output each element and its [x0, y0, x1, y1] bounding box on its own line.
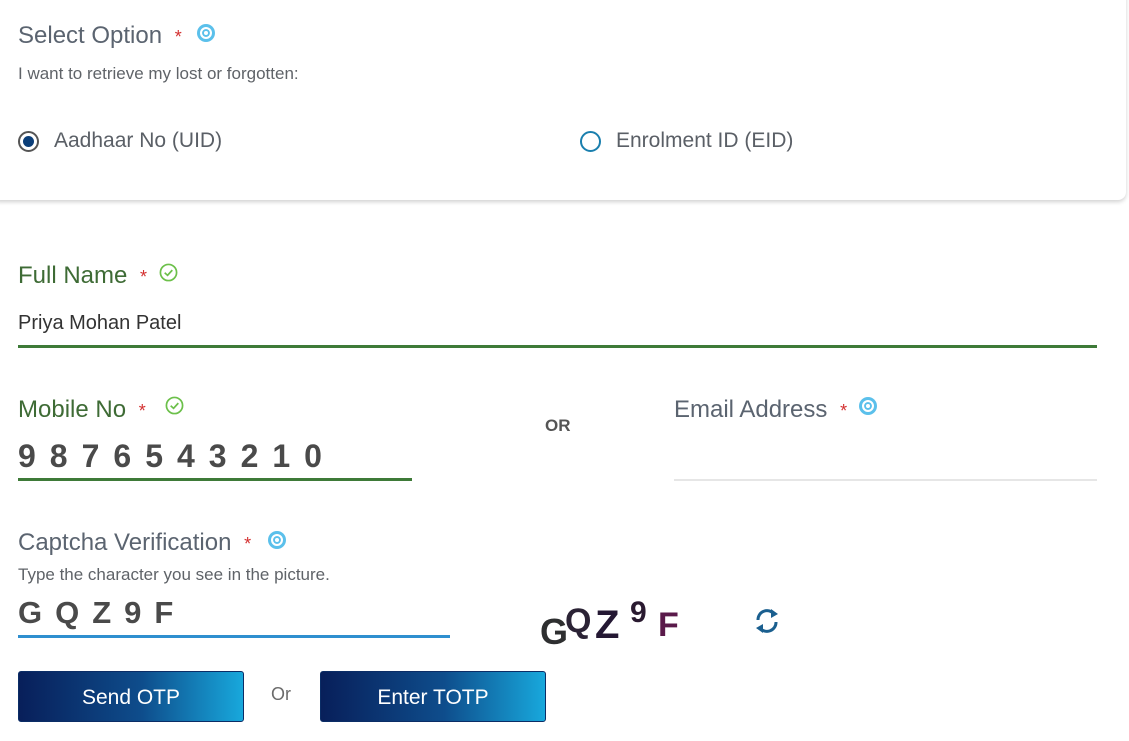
required-mark: * — [140, 267, 148, 287]
captcha-char-4: 9 — [630, 596, 647, 629]
mobile-underline — [18, 478, 412, 481]
radio-aadhaar-uid-label[interactable]: Aadhaar No (UID) — [54, 129, 222, 153]
mobile-label-text: Mobile No — [18, 396, 127, 423]
captcha-label-text: Captcha Verification — [18, 529, 232, 556]
info-icon[interactable] — [859, 397, 877, 415]
mobile-label: Mobile No * — [18, 396, 146, 424]
mobile-input[interactable]: 9876543210 — [18, 438, 336, 475]
required-mark: * — [174, 27, 182, 47]
select-option-title: Select Option * — [18, 22, 182, 50]
email-label: Email Address * — [674, 396, 847, 424]
retrieve-uid-form: Select Option * I want to retrieve my lo… — [0, 0, 1129, 741]
enter-totp-button[interactable]: Enter TOTP — [320, 671, 546, 722]
required-mark: * — [138, 401, 146, 421]
captcha-image: G Q Z 9 F — [540, 596, 679, 652]
select-option-title-text: Select Option — [18, 22, 163, 49]
captcha-input[interactable]: GQZ9F — [18, 595, 186, 631]
full-name-input[interactable]: Priya Mohan Patel — [18, 312, 181, 335]
email-input[interactable] — [674, 446, 1096, 476]
full-name-label: Full Name * — [18, 262, 147, 290]
captcha-label: Captcha Verification * — [18, 529, 251, 557]
email-underline — [674, 479, 1097, 481]
info-icon[interactable] — [268, 531, 286, 549]
required-mark: * — [244, 534, 252, 554]
captcha-underline — [18, 635, 450, 638]
captcha-char-5: F — [658, 606, 679, 644]
check-circle-icon — [159, 263, 178, 282]
required-mark: * — [840, 401, 848, 421]
send-otp-button[interactable]: Send OTP — [18, 671, 244, 722]
full-name-underline — [18, 345, 1097, 348]
full-name-label-text: Full Name — [18, 262, 128, 289]
radio-aadhaar-uid[interactable] — [18, 131, 39, 152]
captcha-hint: Type the character you see in the pictur… — [18, 565, 330, 584]
radio-enrolment-eid-label[interactable]: Enrolment ID (EID) — [616, 129, 793, 153]
info-icon[interactable] — [197, 24, 215, 42]
refresh-icon[interactable] — [752, 605, 782, 637]
captcha-char-1: G — [540, 611, 568, 652]
captcha-char-3: Z — [595, 603, 619, 647]
radio-enrolment-eid[interactable] — [580, 131, 601, 152]
check-circle-icon — [165, 396, 184, 415]
select-option-subtitle: I want to retrieve my lost or forgotten: — [18, 64, 299, 83]
or-text: Or — [271, 684, 291, 704]
email-label-text: Email Address — [674, 396, 828, 423]
or-separator: OR — [545, 416, 571, 435]
captcha-char-2: Q — [565, 602, 591, 640]
